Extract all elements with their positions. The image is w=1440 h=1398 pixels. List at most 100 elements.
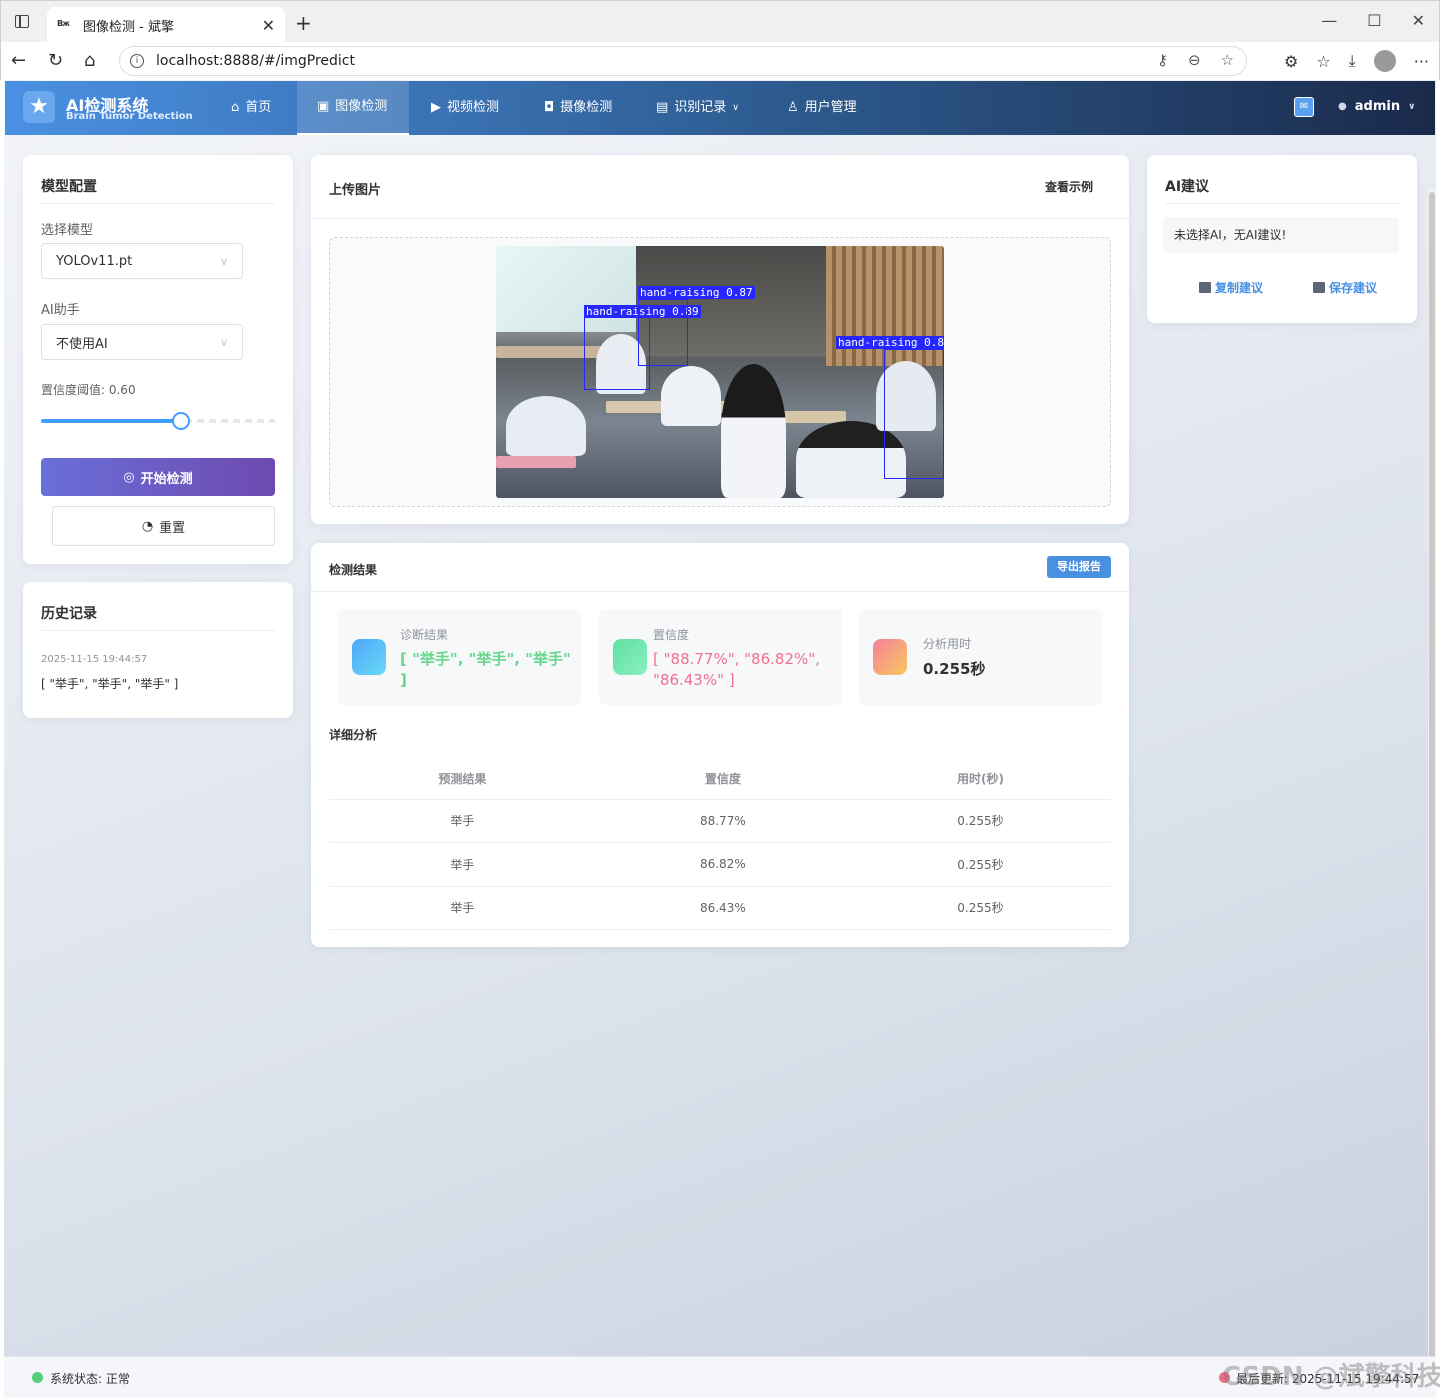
update-dot-icon xyxy=(1219,1372,1230,1383)
ai-message: 未选择AI，无AI建议! xyxy=(1163,217,1399,253)
maximize-icon[interactable]: ☐ xyxy=(1367,11,1381,30)
nav-users[interactable]: ♙ 用户管理 xyxy=(767,81,877,135)
status-ok-icon xyxy=(32,1372,43,1383)
chevron-down-icon: ∨ xyxy=(219,335,228,349)
slider-knob[interactable] xyxy=(172,412,190,430)
back-icon[interactable]: ← xyxy=(11,50,26,71)
divider xyxy=(311,591,1129,592)
cell-result: 举手 xyxy=(329,799,596,843)
favorite-star-icon[interactable]: ☆ xyxy=(1221,51,1234,69)
bbox-2-label: hand-raising 0.87 xyxy=(638,286,755,299)
start-detect-button[interactable]: ◎ 开始检测 xyxy=(41,458,275,496)
ai-title: AI建议 xyxy=(1165,179,1210,195)
tab-title: 图像检测 - 斌擎 xyxy=(83,19,174,35)
profile-avatar[interactable] xyxy=(1373,50,1396,72)
page-scrollbar[interactable] xyxy=(1428,188,1436,1383)
nav-home[interactable]: ⌂ 首页 xyxy=(211,81,291,135)
save-label: 保存建议 xyxy=(1329,281,1378,295)
config-title: 模型配置 xyxy=(41,179,97,195)
user-menu[interactable]: ● admin ∨ xyxy=(1338,99,1415,114)
home-icon[interactable]: ⌂ xyxy=(84,50,95,71)
camera-icon: ◘ xyxy=(544,100,555,115)
table-header-row: 预测结果 置信度 用时(秒) xyxy=(329,759,1111,800)
history-time: 2025-11-15 19:44:57 xyxy=(41,654,148,665)
table-row: 举手 86.82% 0.255秒 xyxy=(329,842,1111,887)
key-icon[interactable]: ⚷ xyxy=(1157,51,1168,69)
downloads-icon[interactable]: ⤓ xyxy=(1349,51,1356,71)
minimize-icon[interactable]: — xyxy=(1321,11,1337,30)
bbox-3 xyxy=(884,349,944,479)
logo-star-icon: ★ xyxy=(23,91,55,123)
photo-student xyxy=(506,396,586,456)
window-controls: — ☐ ✕ xyxy=(1321,11,1425,30)
upload-title: 上传图片 xyxy=(329,183,382,198)
site-info-icon[interactable]: i xyxy=(130,54,144,68)
nav-video-detect[interactable]: ▶ 视频检测 xyxy=(411,81,519,135)
scroll-thumb[interactable] xyxy=(1429,192,1435,1377)
cell-result: 举手 xyxy=(329,842,596,887)
threshold-label: 置信度阈值: 0.60 xyxy=(41,383,136,397)
system-status: 系统状态: 正常 xyxy=(50,1372,130,1386)
export-report-button[interactable]: 导出报告 xyxy=(1047,556,1111,578)
divider xyxy=(41,630,275,631)
nav-camera-detect[interactable]: ◘ 摄像检测 xyxy=(524,81,632,135)
time-label: 分析用时 xyxy=(923,637,972,651)
history-title: 历史记录 xyxy=(41,606,97,622)
history-result[interactable]: [ "举手", "举手", "举手" ] xyxy=(41,675,178,692)
browser-toolbar: ⚙ ☆ ⤓ ··· xyxy=(1284,50,1429,72)
slider-fill xyxy=(41,419,181,423)
reload-icon[interactable]: ↻ xyxy=(48,50,63,71)
user-icon: ● xyxy=(1338,101,1347,112)
cell-time: 0.255秒 xyxy=(849,799,1111,843)
col-confidence: 置信度 xyxy=(595,759,850,800)
detection-image: hand-raising 0.89 hand-raising 0.87 hand… xyxy=(496,246,944,498)
photo-student xyxy=(661,366,721,426)
photo-desk xyxy=(496,456,576,468)
time-value: 0.255秒 xyxy=(923,660,986,678)
zoom-icon[interactable]: ⊖ xyxy=(1188,51,1201,69)
close-window-icon[interactable]: ✕ xyxy=(1412,11,1425,30)
more-menu-icon[interactable]: ··· xyxy=(1414,52,1429,71)
message-icon[interactable]: ✉ xyxy=(1294,97,1314,117)
divider xyxy=(311,218,1129,219)
cell-confidence: 88.77% xyxy=(595,799,850,843)
save-icon xyxy=(1313,282,1325,293)
copy-suggestion-button[interactable]: 复制建议 xyxy=(1199,279,1263,296)
diag-value: [ "举手", "举手", "举手" ] xyxy=(400,650,571,689)
reset-button[interactable]: ◔ 重置 xyxy=(52,506,275,546)
conf-value: [ "88.77%", "86.82%", "86.43%" ] xyxy=(653,650,820,689)
ai-select[interactable]: 不使用AI ∨ xyxy=(41,324,243,360)
save-suggestion-button[interactable]: 保存建议 xyxy=(1313,279,1377,296)
cell-result: 举手 xyxy=(329,886,596,930)
cell-confidence: 86.82% xyxy=(595,842,850,887)
divider xyxy=(41,203,275,204)
nav-label: 首页 xyxy=(245,100,272,115)
close-tab-icon[interactable]: ✕ xyxy=(262,16,275,35)
divider xyxy=(1165,203,1399,204)
new-tab-icon[interactable]: + xyxy=(295,11,312,35)
extensions-icon[interactable]: ⚙ xyxy=(1284,52,1298,71)
history-card: 历史记录 2025-11-15 19:44:57 [ "举手", "举手", "… xyxy=(23,582,293,718)
model-select[interactable]: YOLOv11.pt ∨ xyxy=(41,243,243,279)
view-example-link[interactable]: 查看示例 xyxy=(1045,178,1093,195)
upload-dropzone[interactable]: hand-raising 0.89 hand-raising 0.87 hand… xyxy=(329,237,1111,507)
results-card: 检测结果 导出报告 诊断结果 [ "举手", "举手", "举手" ] 置信度 … xyxy=(311,543,1129,947)
nav-records[interactable]: ▤ 识别记录 ∨ xyxy=(636,81,759,135)
ai-suggestion-card: AI建议 未选择AI，无AI建议! 复制建议 保存建议 xyxy=(1147,155,1417,323)
url-input[interactable]: i localhost:8888/#/imgPredict ⚷ ⊖ ☆ xyxy=(119,46,1247,76)
stat-diagnosis: 诊断结果 [ "举手", "举手", "举手" ] xyxy=(338,609,581,705)
reset-label: 重置 xyxy=(159,520,186,536)
target-icon: ◎ xyxy=(123,469,135,485)
browser-tab[interactable]: Bж 图像检测 - 斌擎 ✕ xyxy=(47,7,285,43)
copy-label: 复制建议 xyxy=(1215,281,1264,295)
conf-label: 置信度 xyxy=(653,628,690,642)
username: admin xyxy=(1354,99,1401,114)
browser-tabstrip: Bж 图像检测 - 斌擎 ✕ + — ☐ ✕ xyxy=(0,0,1440,43)
favorites-icon[interactable]: ☆ xyxy=(1316,52,1330,71)
nav-image-detect[interactable]: ▣ 图像检测 xyxy=(297,81,409,135)
window-menu-icon[interactable] xyxy=(15,15,29,28)
confidence-icon xyxy=(613,639,647,675)
detect-label: 开始检测 xyxy=(140,471,193,487)
address-bar-row: ← ↻ ⌂ i localhost:8888/#/imgPredict ⚷ ⊖ … xyxy=(0,42,1440,80)
clock-icon xyxy=(873,639,907,675)
